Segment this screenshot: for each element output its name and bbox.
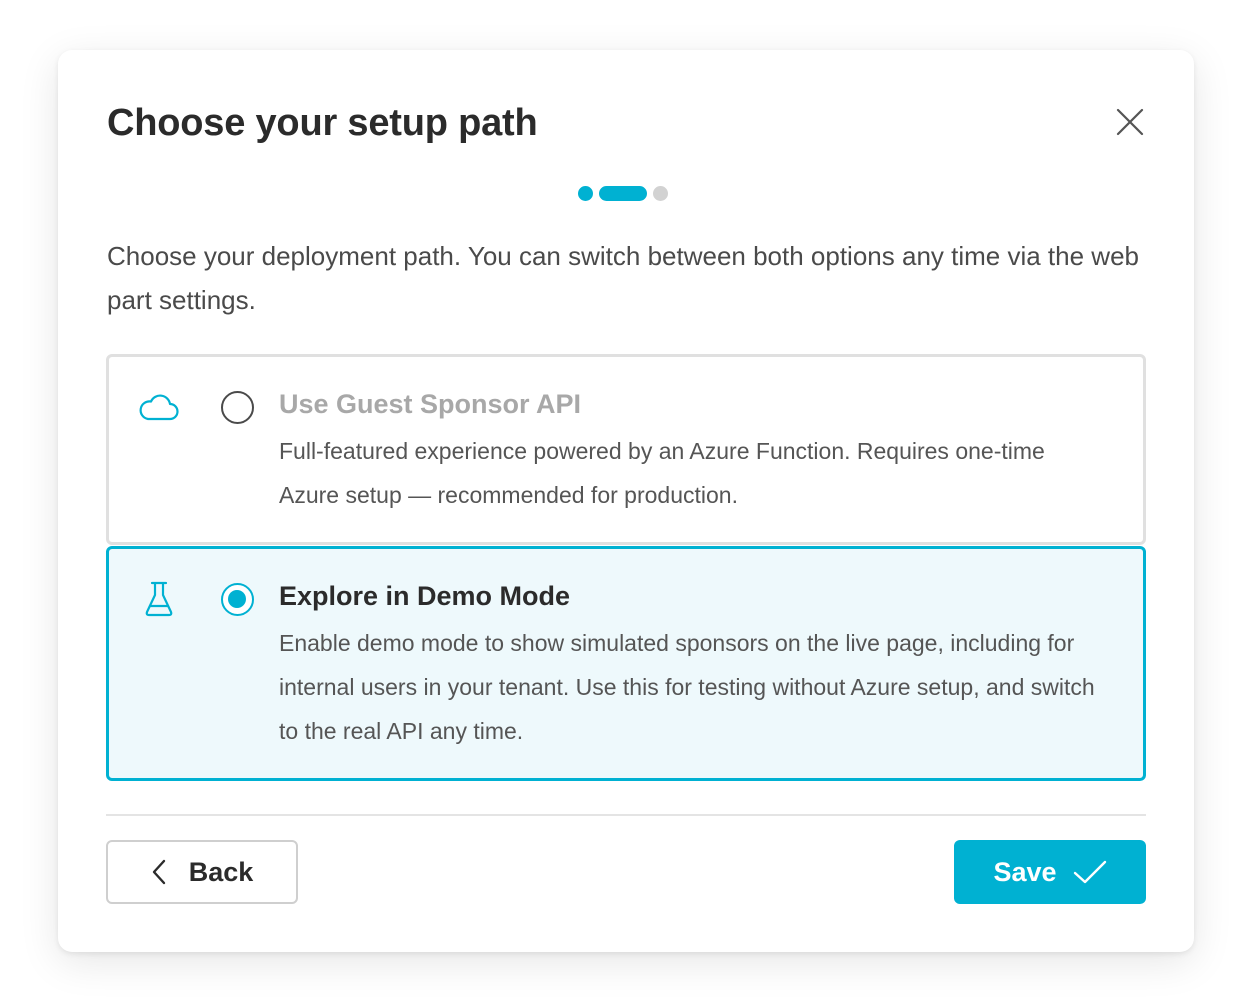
setup-dialog: Choose your setup path Choose your deplo… [58,50,1194,952]
close-button[interactable] [1112,104,1148,140]
save-button[interactable]: Save [954,840,1146,904]
dialog-title: Choose your setup path [107,102,538,144]
option-title: Use Guest Sponsor API [279,389,582,419]
step-dot-1 [578,186,593,201]
option-description: Full-featured experience powered by an A… [279,438,1045,508]
option-guest-sponsor-api[interactable]: Use Guest Sponsor API Full-featured expe… [106,354,1146,545]
step-dot-3 [653,186,668,201]
checkmark-icon [1073,860,1106,884]
intro-text: Choose your deployment path. You can swi… [107,241,1139,315]
step-indicator [578,186,668,201]
back-button[interactable]: Back [106,840,298,904]
save-button-label: Save [993,856,1057,887]
close-icon [1116,108,1144,136]
footer-divider [106,814,1146,816]
option-title: Explore in Demo Mode [279,581,571,611]
cloud-icon [137,387,181,427]
radio-demo-mode[interactable] [221,583,254,616]
back-button-label: Back [188,856,254,887]
step-dot-2 [599,186,647,201]
option-demo-mode[interactable]: Explore in Demo Mode Enable demo mode to… [106,546,1146,781]
flask-icon [137,579,181,619]
option-description: Enable demo mode to show simulated spons… [279,630,1095,744]
chevron-left-icon [152,859,165,885]
radio-guest-sponsor-api[interactable] [221,391,254,424]
